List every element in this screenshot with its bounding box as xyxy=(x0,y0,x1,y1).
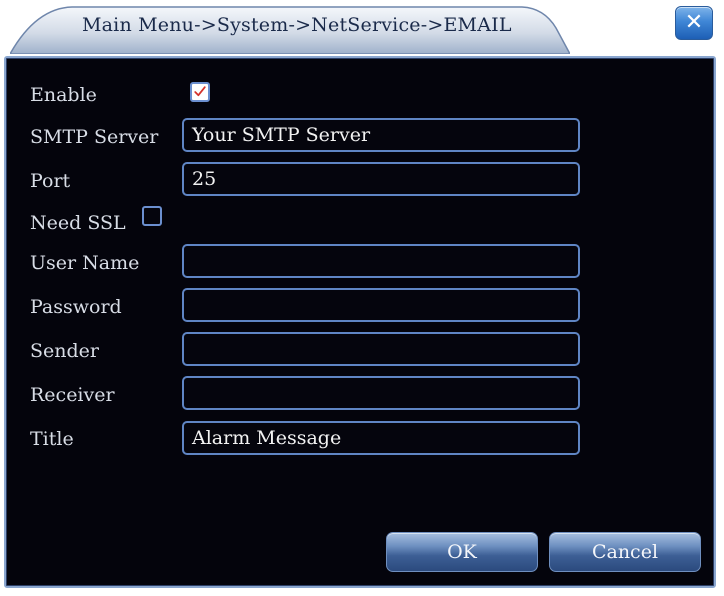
port-input[interactable]: 25 xyxy=(182,162,580,196)
receiver-label: Receiver xyxy=(30,384,115,406)
smtp-server-label: SMTP Server xyxy=(30,126,159,148)
password-input[interactable] xyxy=(182,288,580,322)
password-label: Password xyxy=(30,296,122,318)
need-ssl-label: Need SSL xyxy=(30,212,126,234)
smtp-server-input[interactable]: Your SMTP Server xyxy=(182,118,580,152)
checkmark-icon xyxy=(194,86,206,97)
sender-label: Sender xyxy=(30,340,99,362)
user-name-label: User Name xyxy=(30,252,140,274)
window-title: Main Menu->System->NetService->EMAIL xyxy=(82,14,512,36)
title-label: Title xyxy=(30,428,74,450)
email-settings-dialog: Main Menu->System->NetService->EMAIL ✕ E… xyxy=(0,0,724,596)
close-button[interactable]: ✕ xyxy=(675,6,713,40)
port-label: Port xyxy=(30,170,71,192)
cancel-button[interactable]: Cancel xyxy=(549,532,701,572)
enable-checkbox[interactable] xyxy=(190,82,210,102)
user-name-input[interactable] xyxy=(182,244,580,278)
title-input[interactable]: Alarm Message xyxy=(182,421,580,455)
close-icon: ✕ xyxy=(684,10,704,35)
sender-input[interactable] xyxy=(182,332,580,366)
need-ssl-checkbox[interactable] xyxy=(142,206,162,226)
ok-button[interactable]: OK xyxy=(386,532,538,572)
receiver-input[interactable] xyxy=(182,376,580,410)
enable-label: Enable xyxy=(30,84,97,106)
